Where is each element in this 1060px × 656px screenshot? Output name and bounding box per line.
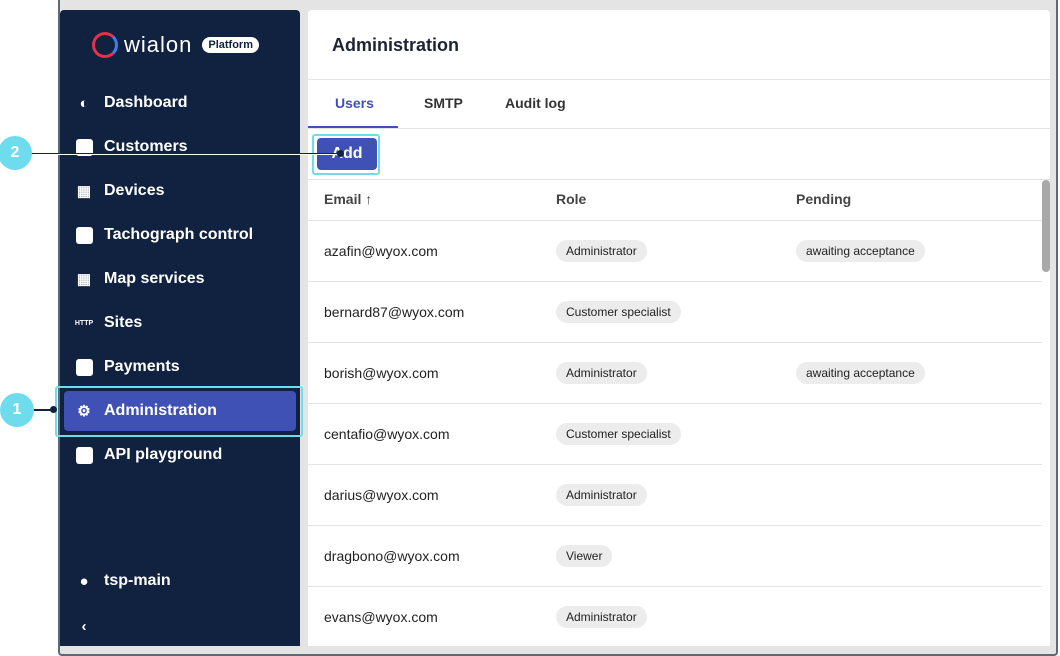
tab-audit-log[interactable]: Audit log <box>505 95 566 111</box>
table-row[interactable]: dragbono@wyox.com Viewer <box>308 526 1042 587</box>
user-name: tsp-main <box>104 572 171 589</box>
sort-arrow-up-icon: ↑ <box>365 191 373 207</box>
sidebar-item-label: Sites <box>104 314 143 331</box>
callout-1-dot <box>50 406 57 413</box>
table-row[interactable]: borish@wyox.com Administrator awaiting acc… <box>308 343 1042 404</box>
email-cell: bernard87@wyox.com <box>324 304 465 320</box>
role-badge: Administrator <box>556 484 647 506</box>
sidebar-item-label: Map services <box>104 270 205 287</box>
user-menu[interactable]: ● tsp-main <box>64 561 296 601</box>
role-badge: Administrator <box>556 606 647 628</box>
role-badge: Administrator <box>556 240 647 262</box>
pie-chart-icon: ◐ <box>79 94 89 112</box>
tab-smtp[interactable]: SMTP <box>424 95 463 111</box>
chevron-left-icon: ‹ <box>81 617 87 635</box>
table-row[interactable]: evans@wyox.com Administrator <box>308 587 1042 646</box>
sidebar-item-customers[interactable]: Customers <box>64 127 296 167</box>
briefcase-icon <box>74 137 94 157</box>
pending-badge: awaiting acceptance <box>796 240 925 262</box>
sidebar-item-devices[interactable]: ▦ Devices <box>64 171 296 211</box>
payment-icon <box>74 357 94 377</box>
map-icon: ▦ <box>76 271 92 288</box>
email-cell: dragbono@wyox.com <box>324 548 460 564</box>
logo-mark-icon <box>92 32 118 58</box>
sidebar-item-label: Tachograph control <box>104 226 254 243</box>
role-badge: Administrator <box>556 362 647 384</box>
collapse-sidebar-button[interactable]: ‹ <box>64 606 296 646</box>
role-badge: Customer specialist <box>556 423 681 445</box>
email-cell: evans@wyox.com <box>324 609 438 625</box>
user-icon: ● <box>79 572 89 590</box>
wialon-logo: wialon Platform <box>92 32 259 58</box>
column-header-email[interactable]: Email ↑ <box>324 191 372 207</box>
callout-2: 2 <box>0 136 32 170</box>
callout-2-dot <box>337 150 344 157</box>
email-cell: centafio@wyox.com <box>324 426 450 442</box>
sidebar-item-tachograph-control[interactable]: Tachograph control <box>64 215 296 255</box>
sidebar-item-label: Dashboard <box>104 94 188 111</box>
administration-highlight <box>55 386 303 437</box>
callout-2-line <box>30 153 340 154</box>
sidebar-item-label: API playground <box>104 446 223 463</box>
http-icon: HTTP <box>74 319 94 327</box>
pending-badge: awaiting acceptance <box>796 362 925 384</box>
scrollbar[interactable] <box>1042 180 1050 272</box>
tachograph-card-icon <box>74 225 94 245</box>
table-row[interactable]: darius@wyox.com Administrator <box>308 465 1042 526</box>
sidebar-item-label: Devices <box>104 182 165 199</box>
email-cell: darius@wyox.com <box>324 487 439 503</box>
sidebar-item-api-playground[interactable]: API playground <box>64 435 296 475</box>
email-cell: azafin@wyox.com <box>324 243 438 259</box>
sidebar-item-label: Payments <box>104 358 180 375</box>
role-badge: Viewer <box>556 545 613 567</box>
column-header-role: Role <box>556 191 587 207</box>
add-button[interactable]: Add <box>317 138 377 170</box>
sidebar-item-dashboard[interactable]: ◐ Dashboard <box>64 83 296 123</box>
logo-badge: Platform <box>202 37 259 53</box>
sidebar-item-payments[interactable]: Payments <box>64 347 296 387</box>
sidebar-item-map-services[interactable]: ▦ Map services <box>64 259 296 299</box>
sidebar: wialon Platform ◐ Dashboard Customers ▦ Devi… <box>60 10 300 646</box>
tab-users[interactable]: Users <box>335 95 374 111</box>
main-panel: Administration Users SMTP Audit log Add … <box>308 10 1050 646</box>
table-row[interactable]: azafin@wyox.com Administrator awaiting acc… <box>308 221 1042 282</box>
page-title: Administration <box>332 35 460 55</box>
column-header-pending: Pending <box>796 191 852 207</box>
logo-word: wialon <box>124 32 193 57</box>
role-badge: Customer specialist <box>556 301 681 323</box>
table-row[interactable]: bernard87@wyox.com Customer specialist <box>308 282 1042 343</box>
code-icon <box>74 445 94 465</box>
callout-1: 1 <box>0 393 34 427</box>
device-icon: ▦ <box>76 183 92 200</box>
email-cell: borish@wyox.com <box>324 365 439 381</box>
sidebar-item-sites[interactable]: HTTP Sites <box>64 303 296 343</box>
table-row[interactable]: centafio@wyox.com Customer specialist <box>308 404 1042 465</box>
